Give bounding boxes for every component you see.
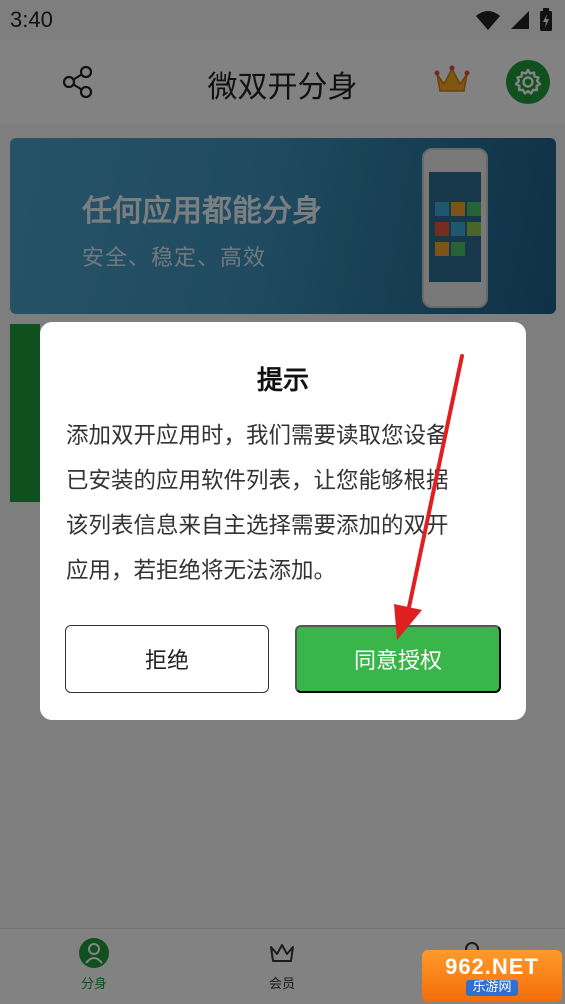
refuse-button[interactable]: 拒绝: [65, 625, 269, 693]
dialog-message-line: 已安装的应用软件列表，让您能够根据: [66, 468, 449, 494]
permission-dialog: 提示 添加双开应用时，我们需要读取您设备 已安装的应用软件列表，让您能够根据 该…: [40, 322, 526, 720]
dialog-message-line: 该列表信息来自主选择需要添加的双开: [66, 513, 449, 539]
watermark-top: 962.NET: [445, 954, 539, 979]
dialog-message-line: 添加双开应用时，我们需要读取您设备: [66, 423, 449, 449]
dialog-message: 添加双开应用时，我们需要读取您设备 已安装的应用软件列表，让您能够根据 该列表信…: [66, 414, 506, 594]
watermark-bottom: 乐游网: [466, 980, 518, 996]
dialog-title: 提示: [256, 366, 309, 396]
dialog-message-line: 应用，若拒绝将无法添加。: [66, 558, 337, 584]
agree-button[interactable]: 同意授权: [295, 625, 501, 693]
watermark-logo: 962.NET 乐游网: [422, 950, 562, 1002]
